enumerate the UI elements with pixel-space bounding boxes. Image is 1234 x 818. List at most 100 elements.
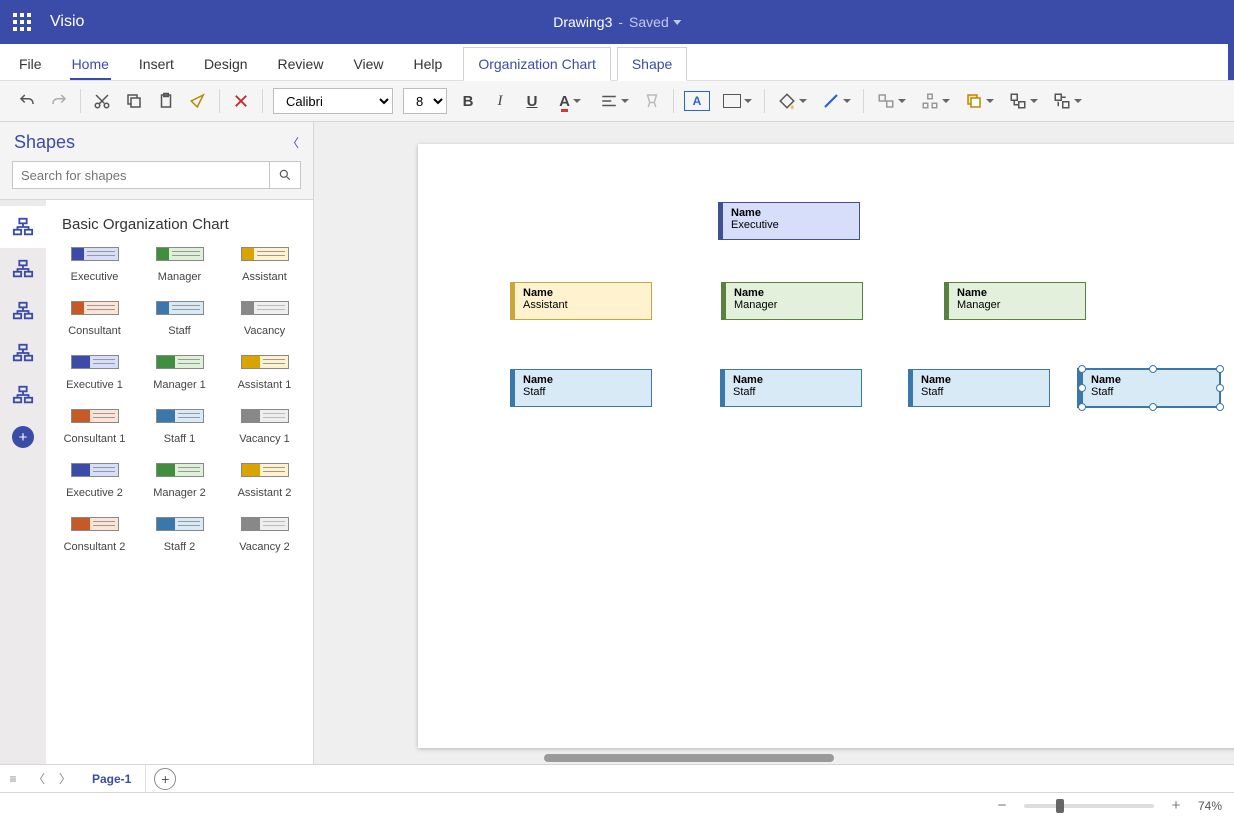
horizontal-scrollbar[interactable] <box>544 754 1154 764</box>
shape-item-staff[interactable]: Staff <box>137 301 222 337</box>
shape-thumb <box>156 301 204 315</box>
tab-view[interactable]: View <box>338 47 398 80</box>
zoom-in-button[interactable]: + <box>1168 797 1184 814</box>
shape-item-executive-2[interactable]: Executive 2 <box>52 463 137 499</box>
font-color-icon: A <box>559 93 570 110</box>
next-page-button[interactable]: 〉 <box>52 765 78 793</box>
shape-item-manager-1[interactable]: Manager 1 <box>137 355 222 391</box>
shape-item-label: Assistant 1 <box>238 379 292 391</box>
format-painter-button[interactable] <box>187 90 209 112</box>
fill-color-button[interactable] <box>775 90 809 112</box>
copy-button[interactable] <box>123 90 145 112</box>
position-button[interactable] <box>918 90 952 112</box>
underline-button[interactable]: U <box>521 93 543 110</box>
org-node-staff-4-selected[interactable]: Name Staff <box>1078 369 1220 407</box>
zoom-slider-thumb[interactable] <box>1056 799 1064 813</box>
selection-handle[interactable] <box>1078 403 1086 411</box>
alignment-button[interactable] <box>597 90 631 112</box>
shape-item-assistant[interactable]: Assistant <box>222 247 307 283</box>
page-list-button[interactable]: ≡ <box>0 765 26 793</box>
app-launcher-button[interactable] <box>0 0 44 44</box>
tab-home[interactable]: Home <box>57 47 124 80</box>
shape-item-label: Executive <box>71 271 119 283</box>
org-node-executive[interactable]: Name Executive <box>718 202 860 240</box>
page-tab-1[interactable]: Page-1 <box>78 765 146 793</box>
stencil-tab-1[interactable] <box>0 206 46 248</box>
selection-handle[interactable] <box>1149 403 1157 411</box>
collapse-shapes-panel-button[interactable]: 〈 <box>287 134 299 151</box>
shape-item-label: Vacancy <box>244 325 285 337</box>
italic-button[interactable]: I <box>489 93 511 110</box>
shape-item-vacancy-2[interactable]: Vacancy 2 <box>222 517 307 553</box>
clear-format-button[interactable] <box>641 90 663 112</box>
drawing-page[interactable]: Name Executive Name Assistant Name Manag… <box>418 144 1234 748</box>
tab-shape[interactable]: Shape <box>617 47 687 81</box>
org-node-manager-1[interactable]: Name Manager <box>721 282 863 320</box>
font-color-button[interactable]: A <box>553 90 587 112</box>
shape-item-assistant-2[interactable]: Assistant 2 <box>222 463 307 499</box>
bold-button[interactable]: B <box>457 93 479 110</box>
tab-help[interactable]: Help <box>399 47 458 80</box>
shape-item-consultant[interactable]: Consultant <box>52 301 137 337</box>
line-color-button[interactable] <box>819 90 853 112</box>
shapes-search-button[interactable] <box>269 161 301 189</box>
paste-button[interactable] <box>155 90 177 112</box>
selection-handle[interactable] <box>1078 384 1086 392</box>
selection-handle[interactable] <box>1149 365 1157 373</box>
org-node-manager-2[interactable]: Name Manager <box>944 282 1086 320</box>
redo-button[interactable] <box>48 90 70 112</box>
tab-organization-chart[interactable]: Organization Chart <box>463 47 611 81</box>
selection-handle[interactable] <box>1216 384 1224 392</box>
zoom-slider[interactable] <box>1024 804 1154 808</box>
selection-handle[interactable] <box>1216 403 1224 411</box>
prev-page-button[interactable]: 〈 <box>26 765 52 793</box>
delete-button[interactable] <box>230 90 252 112</box>
tab-review[interactable]: Review <box>263 47 339 80</box>
font-family-select[interactable]: Calibri <box>273 88 393 114</box>
cut-button[interactable] <box>91 90 113 112</box>
stencil-tab-4[interactable] <box>0 332 46 374</box>
document-title-area[interactable]: Drawing3 - Saved <box>553 14 681 30</box>
zoom-out-button[interactable]: − <box>994 797 1010 814</box>
shape-tool-button[interactable] <box>720 90 754 112</box>
shape-item-staff-2[interactable]: Staff 2 <box>137 517 222 553</box>
shape-item-label: Manager 2 <box>153 487 206 499</box>
align-button[interactable] <box>874 90 908 112</box>
org-node-staff-3[interactable]: Name Staff <box>908 369 1050 407</box>
shape-thumb <box>71 409 119 423</box>
stencil-tab-3[interactable] <box>0 290 46 332</box>
shape-item-consultant-1[interactable]: Consultant 1 <box>52 409 137 445</box>
shape-item-executive[interactable]: Executive <box>52 247 137 283</box>
shape-item-staff-1[interactable]: Staff 1 <box>137 409 222 445</box>
shape-item-manager-2[interactable]: Manager 2 <box>137 463 222 499</box>
font-size-select[interactable]: 8 <box>403 88 447 114</box>
tab-file[interactable]: File <box>4 47 57 80</box>
shape-item-vacancy[interactable]: Vacancy <box>222 301 307 337</box>
org-node-staff-1[interactable]: Name Staff <box>510 369 652 407</box>
selection-handle[interactable] <box>1078 365 1086 373</box>
org-node-staff-2[interactable]: Name Staff <box>720 369 862 407</box>
change-shape-button[interactable] <box>1050 90 1084 112</box>
drawing-canvas[interactable]: Name Executive Name Assistant Name Manag… <box>314 122 1234 764</box>
add-page-button[interactable]: + <box>154 768 176 790</box>
shape-item-manager[interactable]: Manager <box>137 247 222 283</box>
add-stencil-button[interactable]: + <box>12 426 34 448</box>
shapes-search-input[interactable] <box>12 161 269 189</box>
tab-insert[interactable]: Insert <box>124 47 189 80</box>
shape-item-vacancy-1[interactable]: Vacancy 1 <box>222 409 307 445</box>
shape-item-executive-1[interactable]: Executive 1 <box>52 355 137 391</box>
undo-button[interactable] <box>16 90 38 112</box>
ribbon-home: Calibri 8 B I U A A <box>0 80 1234 122</box>
org-node-assistant[interactable]: Name Assistant <box>510 282 652 320</box>
arrange-button[interactable] <box>962 90 996 112</box>
shape-item-consultant-2[interactable]: Consultant 2 <box>52 517 137 553</box>
group-button[interactable] <box>1006 90 1040 112</box>
selection-handle[interactable] <box>1216 365 1224 373</box>
text-tool-button[interactable]: A <box>684 91 710 111</box>
stencil-tab-5[interactable] <box>0 374 46 416</box>
stencil-tab-2[interactable] <box>0 248 46 290</box>
zoom-percent-label[interactable]: 74% <box>1198 799 1222 813</box>
tab-design[interactable]: Design <box>189 47 263 80</box>
shape-thumb <box>241 301 289 315</box>
shape-item-assistant-1[interactable]: Assistant 1 <box>222 355 307 391</box>
